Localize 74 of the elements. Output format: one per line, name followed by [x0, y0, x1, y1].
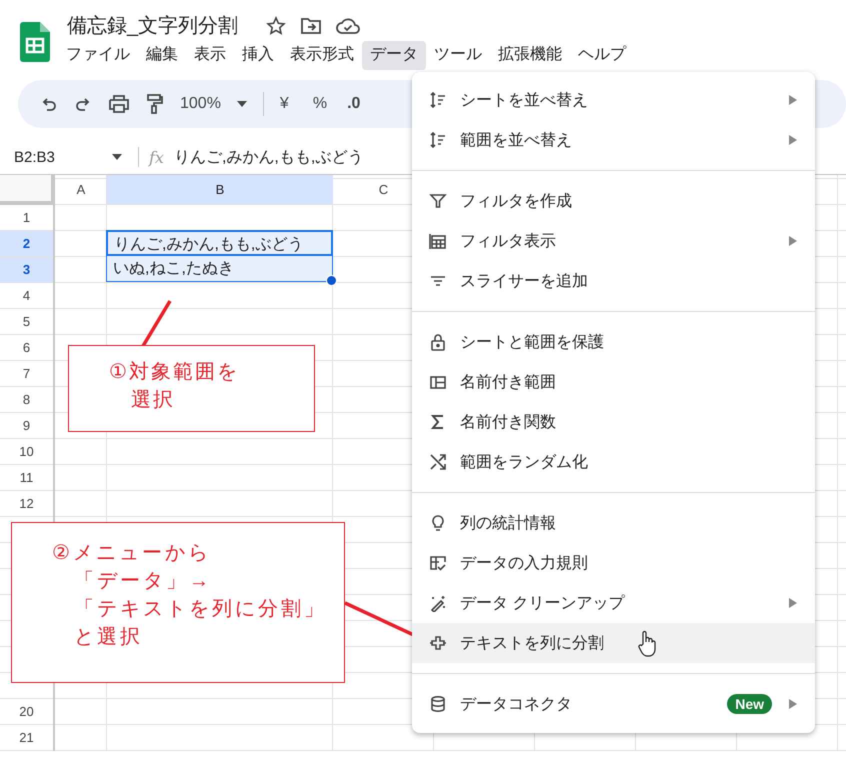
menu-item[interactable]: フィルタを作成	[412, 181, 815, 221]
leader-line	[142, 300, 172, 347]
filter-views-icon	[429, 232, 447, 250]
column-header[interactable]: B	[107, 175, 333, 204]
document-title[interactable]: 備忘録_文字列分割	[64, 12, 252, 39]
callout-note: ①対象範囲を 選択	[68, 345, 315, 432]
name-box[interactable]: B2:B3	[14, 148, 102, 166]
menu-item[interactable]: 表示	[186, 41, 234, 70]
row-header[interactable]: 10	[0, 439, 53, 464]
shuffle-icon	[429, 453, 447, 471]
lock-icon	[429, 333, 447, 351]
zoom-select[interactable]: 100%	[180, 95, 221, 113]
database-icon	[429, 695, 447, 713]
menu-item[interactable]: データ クリーンアップ	[412, 583, 815, 623]
named-range-icon	[429, 373, 447, 391]
currency-button[interactable]: ¥	[280, 95, 289, 113]
menu-item[interactable]: シートを並べ替え	[412, 80, 815, 120]
caret-icon	[112, 154, 122, 160]
menu-item[interactable]: フィルタ表示	[412, 221, 815, 261]
menu-item[interactable]: データ	[362, 41, 426, 70]
decrease-decimal-button[interactable]: .0	[347, 95, 360, 113]
filter-icon	[429, 192, 447, 210]
sheets-logo-icon[interactable]	[20, 22, 50, 62]
menu-item[interactable]: スライサーを追加	[412, 261, 815, 301]
row-header[interactable]: 12	[0, 491, 53, 516]
fx-label: fx	[149, 148, 164, 166]
row-header[interactable]: 1	[0, 205, 53, 230]
menu-item[interactable]: 範囲を並べ替え	[412, 120, 815, 160]
new-badge: New	[727, 694, 772, 714]
caret-icon	[236, 101, 247, 107]
menu-item[interactable]: 列の統計情報	[412, 503, 815, 543]
paint-format-icon[interactable]	[146, 93, 164, 115]
menu-item[interactable]: ファイル	[58, 41, 138, 70]
column-header[interactable]: A	[55, 175, 107, 204]
menu-item[interactable]: 挿入	[234, 41, 282, 70]
row-header[interactable]: 20	[0, 699, 53, 724]
menu-item[interactable]: 表示形式	[282, 41, 362, 70]
menu-item[interactable]: 範囲をランダム化	[412, 442, 815, 482]
row-header[interactable]: 8	[0, 387, 53, 412]
table-cell[interactable]: りんご,みかん,もも,ぶどう	[106, 230, 333, 256]
menu-item[interactable]: 編集	[138, 41, 186, 70]
row-header[interactable]: 4	[0, 283, 53, 308]
hand-cursor-icon	[638, 630, 658, 658]
validation-icon	[429, 554, 447, 572]
row-header[interactable]: 3	[0, 257, 53, 282]
menu-item[interactable]: データコネクタ New	[412, 684, 815, 724]
menu-item[interactable]: シートと範囲を保護	[412, 322, 815, 362]
magic-wand-icon	[429, 594, 447, 612]
lightbulb-icon	[429, 514, 447, 532]
sort-icon	[429, 131, 447, 149]
folder-icon[interactable]	[300, 16, 322, 36]
split-arrows-icon	[429, 634, 447, 652]
menu-item[interactable]: 名前付き範囲	[412, 362, 815, 402]
cloud-check-icon[interactable]	[336, 16, 360, 36]
print-icon[interactable]	[108, 94, 130, 114]
menu-item[interactable]: 拡張機能	[490, 41, 570, 70]
menu-item[interactable]: ツール	[426, 41, 490, 70]
star-icon[interactable]	[266, 16, 286, 36]
menu-item[interactable]: データの入力規則	[412, 543, 815, 583]
formula-input[interactable]: りんご,みかん,もも,ぶどう	[174, 146, 364, 168]
sort-icon	[429, 91, 447, 109]
row-header[interactable]: 7	[0, 361, 53, 386]
row-header[interactable]: 21	[0, 725, 53, 750]
row-header[interactable]: 5	[0, 309, 53, 334]
row-header[interactable]: 11	[0, 465, 53, 490]
fill-handle[interactable]	[326, 275, 337, 286]
menu-item[interactable]: 名前付き関数	[412, 402, 815, 442]
callout-note: ②メニューから 「データ」→ 「テキストを列に分割」 と選択	[11, 522, 345, 683]
row-header[interactable]: 9	[0, 413, 53, 438]
row-header[interactable]: 2	[0, 231, 53, 256]
menu-item[interactable]: テキストを列に分割	[412, 623, 815, 663]
row-header[interactable]: 6	[0, 335, 53, 360]
percent-button[interactable]: %	[312, 95, 328, 113]
menu-item[interactable]: ヘルプ	[570, 41, 634, 70]
